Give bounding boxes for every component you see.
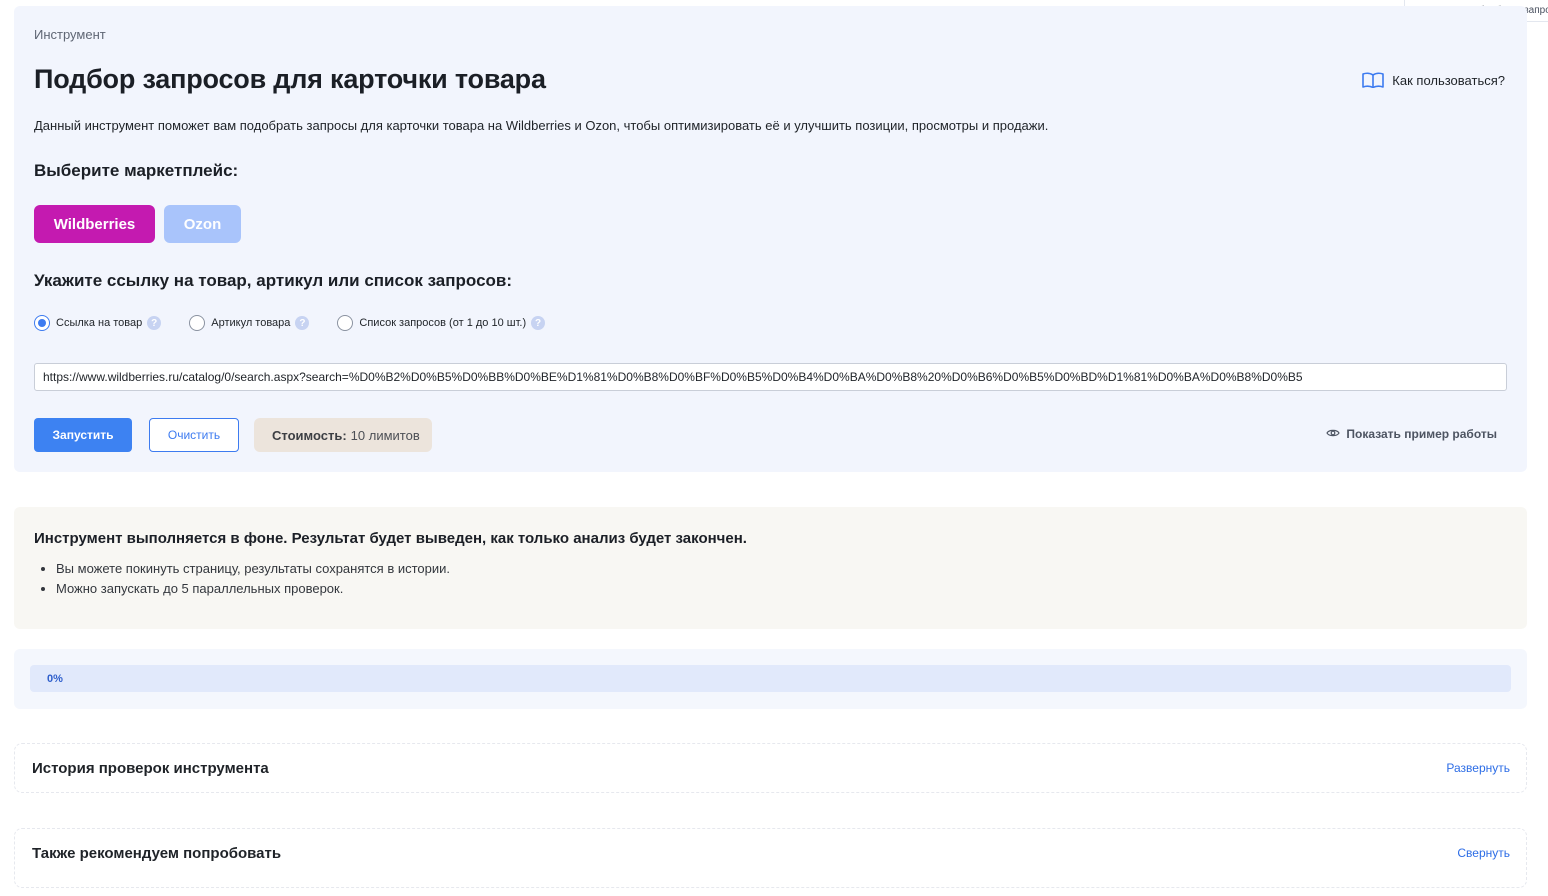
cost-value: 10 лимитов	[350, 427, 420, 443]
radio-query-list[interactable]: Список запросов (от 1 до 10 шт.) ?	[337, 315, 546, 331]
tool-card: Инструмент Подбор запросов для карточки …	[14, 6, 1527, 472]
input-type-radio-group: Ссылка на товар ? Артикул товара ? Списо…	[34, 315, 546, 331]
eye-icon	[1326, 427, 1341, 441]
history-title: История проверок инструмента	[32, 760, 269, 777]
help-link-label: Как пользоваться?	[1392, 72, 1505, 88]
input-section-title: Укажите ссылку на товар, артикул или спи…	[34, 271, 513, 290]
cost-badge: Стоимость: 10 лимитов	[254, 418, 432, 452]
marketplace-ozon-button[interactable]: Ozon	[164, 205, 241, 243]
collapse-recommend-link[interactable]: Свернуть	[1457, 846, 1510, 860]
info-bullet: Можно запускать до 5 параллельных провер…	[56, 579, 450, 599]
radio-label: Ссылка на товар	[56, 317, 143, 329]
tool-description: Данный инструмент поможет вам подобрать …	[34, 118, 1049, 133]
marketplace-section-title: Выберите маркетплейс:	[34, 161, 239, 180]
show-example-label: Показать пример работы	[1346, 427, 1497, 441]
show-example-link[interactable]: Показать пример работы	[1326, 427, 1497, 441]
radio-product-link[interactable]: Ссылка на товар ?	[34, 315, 162, 331]
radio-label: Артикул товара	[211, 317, 291, 329]
question-icon[interactable]: ?	[295, 316, 310, 330]
run-button[interactable]: Запустить	[34, 418, 132, 452]
radio-button-checked[interactable]	[34, 315, 50, 331]
info-list: Вы можете покинуть страницу, результаты …	[56, 559, 450, 599]
info-title: Инструмент выполняется в фоне. Результат…	[34, 530, 747, 547]
radio-product-article[interactable]: Артикул товара ?	[189, 315, 310, 331]
progress-card: 0%	[14, 649, 1527, 709]
recommend-section: Также рекомендуем попробовать Свернуть	[14, 828, 1527, 888]
radio-button[interactable]	[337, 315, 354, 331]
page-title: Подбор запросов для карточки товара	[34, 64, 546, 94]
book-icon	[1362, 72, 1385, 88]
question-icon[interactable]: ?	[531, 316, 546, 330]
product-url-input[interactable]	[34, 363, 1507, 391]
help-link[interactable]: Как пользоваться?	[1362, 72, 1505, 88]
background-info-card: Инструмент выполняется в фоне. Результат…	[14, 507, 1527, 629]
radio-button[interactable]	[189, 315, 206, 331]
clear-button[interactable]: Очистить	[149, 418, 239, 452]
question-icon[interactable]: ?	[147, 316, 162, 330]
breadcrumb[interactable]: Инструмент	[34, 27, 106, 42]
info-bullet: Вы можете покинуть страницу, результаты …	[56, 559, 450, 579]
radio-label: Список запросов (от 1 до 10 шт.)	[359, 317, 527, 329]
recommend-title: Также рекомендуем попробовать	[32, 845, 282, 862]
cost-label: Стоимость:	[272, 427, 347, 443]
expand-history-link[interactable]: Развернуть	[1446, 761, 1510, 775]
marketplace-wildberries-button[interactable]: Wildberries	[34, 205, 155, 243]
progress-percent: 0%	[47, 673, 63, 685]
history-section: История проверок инструмента Развернуть	[14, 743, 1527, 793]
progress-bar: 0%	[30, 665, 1511, 692]
